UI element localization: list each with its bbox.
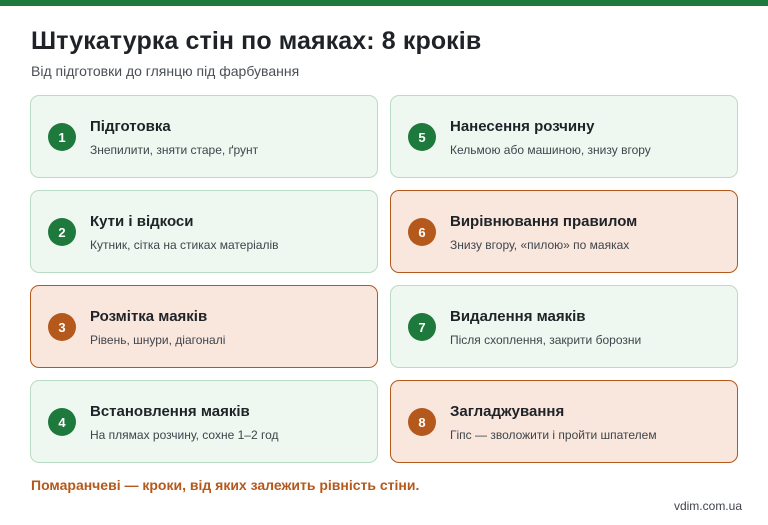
page-subtitle: Від підготовки до глянцю під фарбування (31, 63, 300, 79)
step-card: 6 Вирівнювання правилом Знизу вгору, «пи… (390, 190, 738, 273)
step-description: Гіпс — зволожити і пройти шпателем (450, 428, 657, 442)
step-card: 2 Кути і відкоси Кутник, сітка на стиках… (30, 190, 378, 273)
step-description: Знепилити, зняти старе, ґрунт (90, 143, 259, 157)
step-title: Видалення маяків (450, 308, 586, 325)
step-card: 3 Розмітка маяків Рівень, шнури, діагона… (30, 285, 378, 368)
step-title: Кути і відкоси (90, 213, 194, 230)
step-number-badge: 4 (48, 408, 76, 436)
step-description: Знизу вгору, «пилою» по маяках (450, 238, 630, 252)
step-title: Загладжування (450, 403, 565, 420)
step-description: На плямах розчину, сохне 1–2 год (90, 428, 279, 442)
step-number-badge: 5 (408, 123, 436, 151)
step-description: Кельмою або машиною, знизу вгору (450, 143, 651, 157)
step-title: Встановлення маяків (90, 403, 250, 420)
top-accent-bar (0, 0, 768, 6)
site-url: vdim.com.ua (673, 499, 742, 513)
legend-note: Помаранчеві — кроки, від яких залежить р… (31, 477, 420, 493)
step-title: Розмітка маяків (90, 308, 208, 325)
step-number-badge: 1 (48, 123, 76, 151)
step-description: Рівень, шнури, діагоналі (90, 333, 226, 347)
step-number-badge: 6 (408, 218, 436, 246)
step-title: Вирівнювання правилом (450, 213, 638, 230)
step-number-badge: 8 (408, 408, 436, 436)
step-number-badge: 2 (48, 218, 76, 246)
step-card: 1 Підготовка Знепилити, зняти старе, ґру… (30, 95, 378, 178)
step-card: 4 Встановлення маяків На плямах розчину,… (30, 380, 378, 463)
step-description: Кутник, сітка на стиках матеріалів (90, 238, 279, 252)
step-number-badge: 3 (48, 313, 76, 341)
step-card: 5 Нанесення розчину Кельмою або машиною,… (390, 95, 738, 178)
page-title: Штукатурка стін по маяках: 8 кроків (31, 27, 482, 55)
step-card: 8 Загладжування Гіпс — зволожити і пройт… (390, 380, 738, 463)
step-number-badge: 7 (408, 313, 436, 341)
step-card: 7 Видалення маяків Після схоплення, закр… (390, 285, 738, 368)
step-title: Підготовка (90, 118, 171, 135)
step-title: Нанесення розчину (450, 118, 595, 135)
step-description: Після схоплення, закрити борозни (450, 333, 642, 347)
